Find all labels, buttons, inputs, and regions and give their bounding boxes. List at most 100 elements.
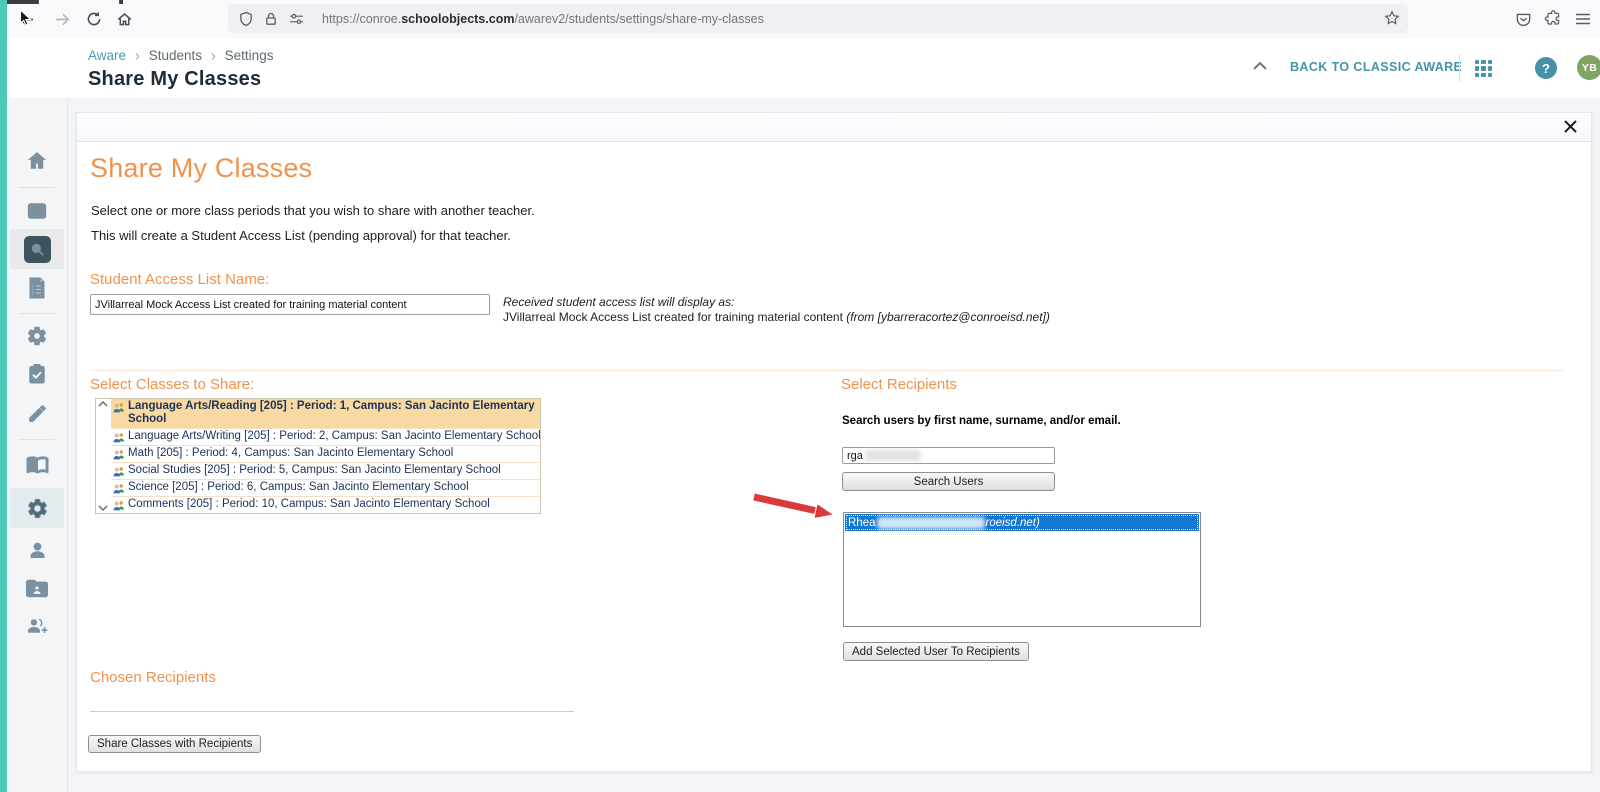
pencil-icon <box>27 403 48 424</box>
star-icon <box>1384 10 1400 26</box>
class-people-icon <box>112 431 126 444</box>
book-icon <box>26 454 49 475</box>
folder-user-icon <box>26 579 48 598</box>
app-header: Aware › Students › Settings Share My Cla… <box>7 38 1600 99</box>
access-list-preview: Received student access list will displa… <box>503 295 1050 325</box>
access-list-name-input[interactable] <box>90 294 490 315</box>
search-hint: Search users by first name, surname, and… <box>842 415 1121 427</box>
sidebar-item-profile[interactable] <box>7 531 67 569</box>
settings-gear-icon <box>26 497 49 520</box>
chevron-up-icon <box>1253 62 1267 70</box>
search-users-button[interactable]: Search Users <box>842 472 1055 491</box>
extensions-button[interactable] <box>1541 7 1565 31</box>
active-tab-edge <box>38 0 120 4</box>
select-recipients-label: Select Recipients <box>841 376 957 393</box>
class-row[interactable]: Math [205] : Period: 4, Campus: San Jaci… <box>111 446 540 463</box>
sidebar-item-admin[interactable] <box>7 317 67 355</box>
apps-grid-button[interactable] <box>1475 60 1492 77</box>
sidebar-item-library[interactable] <box>7 445 67 483</box>
search-results-listbox[interactable]: Rhea roeisd.net) <box>843 512 1201 627</box>
reload-button[interactable] <box>82 7 106 31</box>
reload-icon <box>86 11 102 27</box>
share-classes-button[interactable]: Share Classes with Recipients <box>88 735 261 753</box>
chosen-divider <box>90 711 574 712</box>
edge-stripe <box>0 0 7 792</box>
forward-button[interactable] <box>50 7 74 31</box>
url-text: https://conroe.schoolobjects.com/awarev2… <box>322 12 764 26</box>
home-icon <box>26 150 48 172</box>
search-icon <box>30 242 45 257</box>
recipient-search-input[interactable]: rga <box>842 447 1055 464</box>
share-my-classes-panel: Share My Classes Select one or more clas… <box>76 112 1592 772</box>
section-divider <box>90 370 1564 371</box>
classes-listbox[interactable]: Language Arts/Reading [205] : Period: 1,… <box>95 398 541 514</box>
redacted-text <box>877 517 985 529</box>
sidebar <box>7 98 68 792</box>
add-selected-user-button[interactable]: Add Selected User To Recipients <box>843 642 1029 661</box>
class-people-icon <box>112 482 126 495</box>
class-people-icon <box>112 401 126 414</box>
sidebar-item-add-user[interactable] <box>7 607 67 645</box>
page-title: Share My Classes <box>88 68 261 91</box>
url-bar[interactable]: https://conroe.schoolobjects.com/awarev2… <box>228 4 1408 33</box>
class-row[interactable]: Language Arts/Writing [205] : Period: 2,… <box>111 429 540 446</box>
breadcrumb-students: Students <box>149 48 202 63</box>
sidebar-item-student-folder[interactable] <box>7 569 67 607</box>
scroll-down-icon[interactable] <box>98 505 108 511</box>
class-row[interactable]: Social Studies [205] : Period: 5, Campus… <box>111 463 540 480</box>
sidebar-divider <box>19 439 55 440</box>
class-people-icon <box>112 499 126 512</box>
breadcrumb-separator-icon: › <box>211 46 216 64</box>
bookmark-star-button[interactable] <box>1384 10 1400 26</box>
lock-icon <box>263 11 279 27</box>
close-button[interactable] <box>1563 119 1579 135</box>
help-icon: ? <box>1542 61 1550 76</box>
gear-icon <box>26 325 48 347</box>
pocket-icon <box>1515 11 1532 28</box>
intro-text-2: This will create a Student Access List (… <box>91 228 511 243</box>
redacted-text <box>865 450 921 461</box>
browser-window: https://conroe.schoolobjects.com/awarev2… <box>0 0 1600 792</box>
report-doc-icon <box>27 277 47 299</box>
menu-button[interactable] <box>1571 7 1595 31</box>
class-people-icon <box>112 448 126 461</box>
pocket-button[interactable] <box>1511 7 1535 31</box>
class-row[interactable]: Comments [205] : Period: 10, Campus: San… <box>111 497 540 513</box>
sidebar-item-home[interactable] <box>7 142 67 180</box>
class-people-icon <box>112 465 126 478</box>
sidebar-item-forms[interactable] <box>7 269 67 307</box>
sidebar-item-settings-active[interactable] <box>7 489 67 527</box>
preview-caption: Received student access list will displa… <box>503 295 1050 310</box>
browser-toolbar: https://conroe.schoolobjects.com/awarev2… <box>0 0 1600 39</box>
avatar[interactable]: YB <box>1577 55 1600 80</box>
home-button[interactable] <box>112 7 136 31</box>
close-icon <box>1563 119 1578 134</box>
eye-panel-icon <box>26 200 48 222</box>
result-row-selected[interactable]: Rhea roeisd.net) <box>845 514 1199 531</box>
sidebar-divider <box>19 313 55 314</box>
sidebar-item-edit[interactable] <box>7 394 67 432</box>
scroll-up-icon[interactable] <box>98 401 108 407</box>
collapse-header-button[interactable] <box>1253 62 1267 70</box>
sidebar-item-tasks[interactable] <box>7 355 67 393</box>
sidebar-item-search-active[interactable] <box>7 230 67 268</box>
home-icon <box>116 11 133 28</box>
chosen-recipients-label: Chosen Recipients <box>90 669 216 686</box>
forward-arrow-icon <box>54 11 71 28</box>
class-row-selected[interactable]: Language Arts/Reading [205] : Period: 1,… <box>111 399 540 429</box>
breadcrumb-settings: Settings <box>225 48 274 63</box>
sidebar-divider <box>19 187 55 188</box>
help-button[interactable]: ? <box>1535 57 1557 79</box>
sidebar-item-overview[interactable] <box>7 192 67 230</box>
hamburger-icon <box>1575 12 1591 26</box>
breadcrumb-separator-icon: › <box>135 46 140 64</box>
breadcrumb-aware[interactable]: Aware <box>88 48 126 63</box>
back-to-classic-link[interactable]: BACK TO CLASSIC AWARE <box>1290 60 1462 74</box>
preview-line: JVillarreal Mock Access List created for… <box>503 310 1050 325</box>
clipboard-check-icon <box>27 363 47 385</box>
mouse-cursor-icon <box>19 9 34 28</box>
permissions-icon <box>288 12 305 26</box>
access-list-name-label: Student Access List Name: <box>90 271 269 288</box>
puzzle-icon <box>1544 10 1562 28</box>
class-row[interactable]: Science [205] : Period: 6, Campus: San J… <box>111 480 540 497</box>
